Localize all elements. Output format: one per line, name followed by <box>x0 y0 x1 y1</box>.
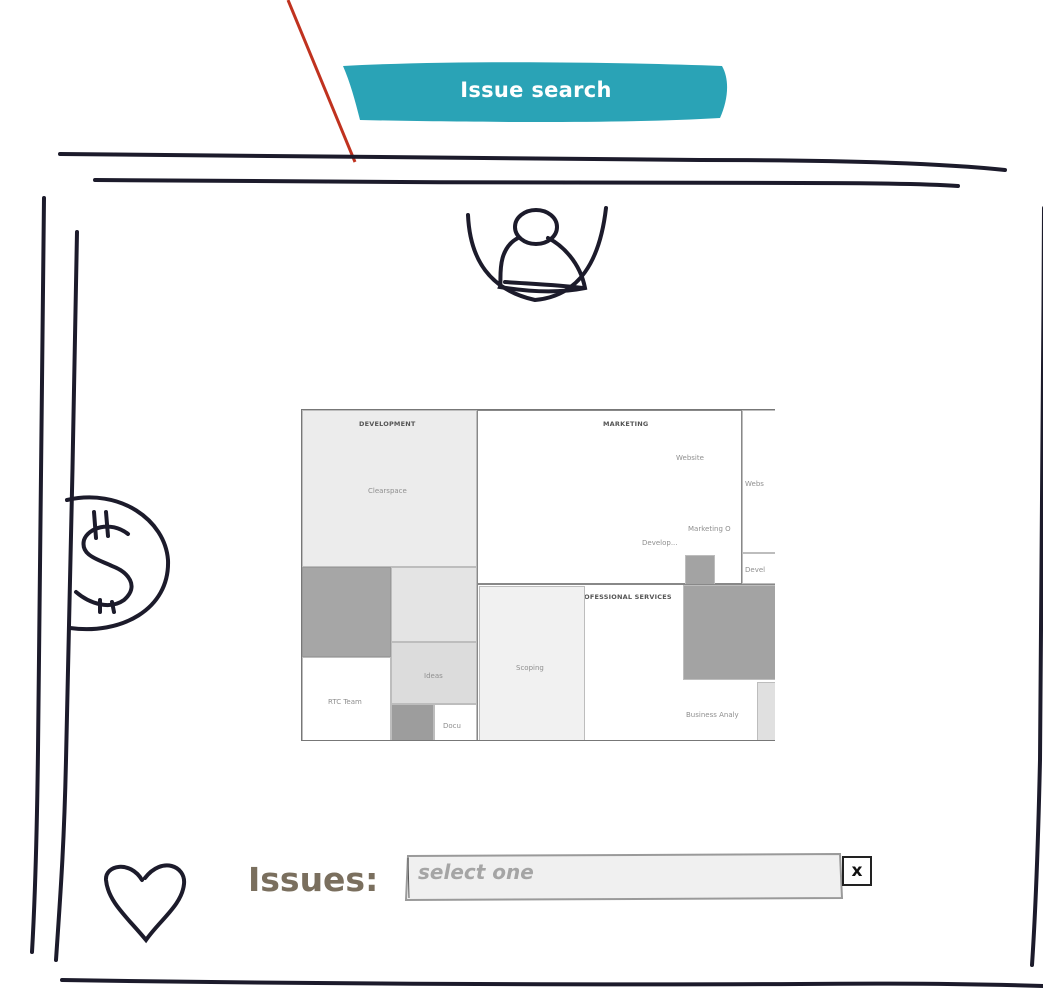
cell-label-develop: Develop... <box>642 539 678 547</box>
cell-label-scoping: Scoping <box>516 664 544 672</box>
section-title-professional-services: PROFESSIONAL SERVICES <box>574 593 672 601</box>
treemap-cell-webs[interactable]: Webs <box>742 410 775 553</box>
cell-label-devel: Devel <box>745 566 766 574</box>
issues-placeholder: select one <box>418 860 534 884</box>
cell-label-business-analy: Business Analy <box>686 711 739 719</box>
treemap-cell-ideas[interactable]: Ideas <box>391 642 477 704</box>
section-title-marketing: MARKETING <box>603 420 649 428</box>
cell-label-ideas: Ideas <box>424 672 443 680</box>
cell-label-marketing-o: Marketing O <box>688 525 731 533</box>
section-title-development: DEVELOPMENT <box>359 420 416 428</box>
cell-label-clearspace: Clearspace <box>368 487 407 495</box>
dollar-icon <box>65 495 171 632</box>
treemap-cell-docu[interactable]: Docu <box>434 704 477 740</box>
treemap: DEVELOPMENT Clearspace Ideas RTC Team Do… <box>301 409 775 741</box>
clear-button[interactable]: x <box>842 856 872 886</box>
treemap-cell-rtc-team[interactable]: RTC Team <box>302 657 391 740</box>
treemap-cell-clearspace[interactable]: DEVELOPMENT Clearspace <box>302 410 477 567</box>
cell-label-rtc-team: RTC Team <box>328 698 362 706</box>
treemap-cell-light-2[interactable] <box>757 682 775 740</box>
user-icon <box>466 206 608 303</box>
cell-label-webs: Webs <box>745 480 764 488</box>
cell-label-docu: Docu <box>443 722 461 730</box>
treemap-cell-dark-4[interactable] <box>683 585 775 680</box>
treemap-cell-light-1[interactable] <box>391 567 477 642</box>
treemap-cell-devel[interactable]: Devel <box>742 553 775 584</box>
issues-label: Issues: <box>248 860 379 899</box>
treemap-cell-dark-1[interactable] <box>302 567 391 657</box>
issue-search-banner: Issue search <box>460 78 612 102</box>
heart-icon <box>104 863 187 944</box>
treemap-cell-scoping[interactable]: Scoping <box>479 586 585 740</box>
treemap-cell-dark-3[interactable] <box>685 555 715 585</box>
cell-label-website: Website <box>676 454 704 462</box>
treemap-cell-dark-2[interactable] <box>391 704 434 740</box>
